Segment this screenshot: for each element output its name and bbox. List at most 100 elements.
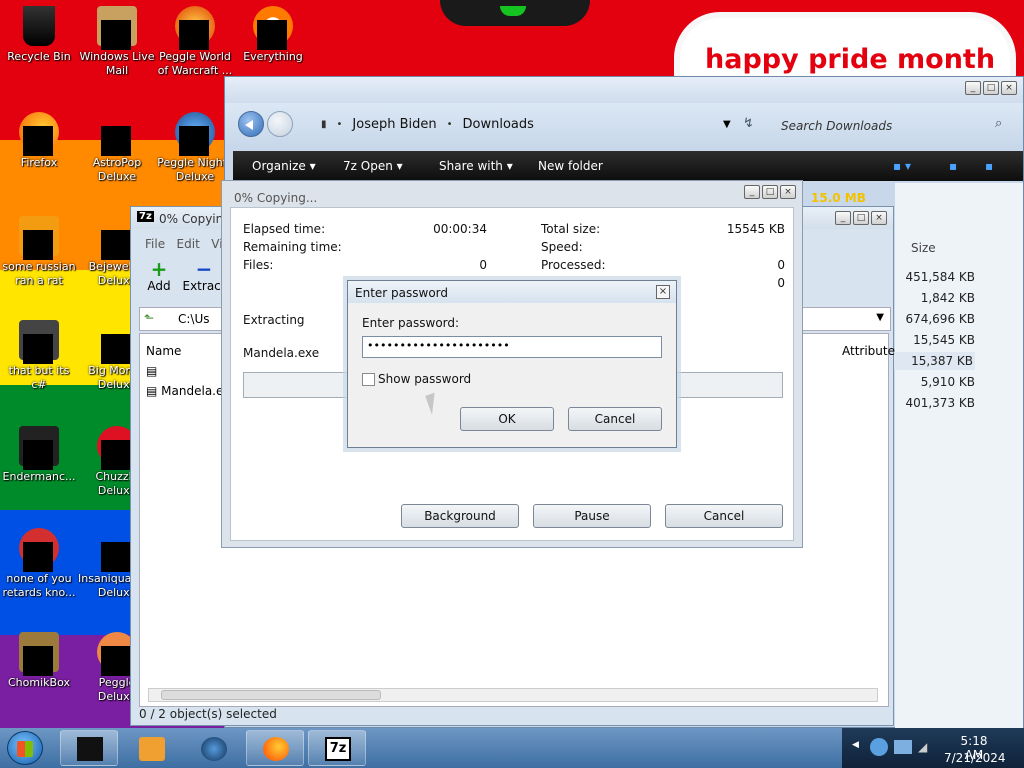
list-item[interactable]: ▤ xyxy=(146,364,157,378)
taskbar: 7z ◢ ◀ xyxy=(0,728,1024,768)
start-button[interactable] xyxy=(7,731,43,765)
explorer-address-bar: ▮ • Joseph Biden • Downloads ▼ ↯ Search … xyxy=(225,103,1023,149)
dialog-title: 0% Copying... xyxy=(234,191,318,205)
ok-button[interactable]: OK xyxy=(460,407,554,431)
recycle-bin-icon xyxy=(19,6,59,46)
breadcrumb-item[interactable]: Downloads xyxy=(463,117,534,132)
desktop-icon-windows-live-mail[interactable]: Windows Live Mail xyxy=(78,6,156,78)
desktop-icon-russian-rat[interactable]: some russian ran a rat xyxy=(0,216,78,288)
column-header-size[interactable]: Size xyxy=(911,241,936,255)
desktop-icon-csharp[interactable]: that but its c# xyxy=(0,320,78,392)
history-dropdown-icon[interactable]: ▼ xyxy=(723,119,731,130)
explorer-toolbar: Organize ▾ 7z Open ▾ Share with ▾ New fo… xyxy=(233,151,1023,181)
desktop-icon-firefox[interactable]: Firefox xyxy=(0,112,78,170)
password-dialog: Enter password × Enter password: •••••••… xyxy=(347,280,677,448)
up-folder-icon[interactable]: ⬑ xyxy=(144,311,154,325)
tray-expand-icon[interactable]: ◀ xyxy=(852,740,859,750)
status-bar: 0 / 2 object(s) selected xyxy=(139,707,277,721)
taskbar-button-explorer[interactable] xyxy=(60,730,118,766)
view-icon[interactable]: ▪ ▾ xyxy=(893,159,911,173)
back-button[interactable] xyxy=(238,111,264,137)
taskbar-button-globe[interactable] xyxy=(184,730,242,766)
add-button[interactable]: + Add xyxy=(141,259,177,293)
file-icon: ▤ xyxy=(146,364,158,378)
taskbar-button-media[interactable] xyxy=(122,730,180,766)
maximize-icon[interactable]: □ xyxy=(762,185,778,199)
horizontal-scrollbar[interactable] xyxy=(148,688,878,702)
password-dialog-titlebar[interactable]: Enter password × xyxy=(348,281,676,303)
files-value: 0 xyxy=(479,258,487,272)
maximize-icon[interactable]: □ xyxy=(853,211,869,225)
path-text: C:\Us xyxy=(178,312,210,326)
refresh-icon[interactable]: ↯ xyxy=(743,116,754,131)
sevenzip-app-icon: 7z xyxy=(137,211,154,222)
cancel-button[interactable]: Cancel xyxy=(665,504,783,528)
remaining-time-label: Remaining time: xyxy=(243,240,342,254)
close-icon[interactable]: × xyxy=(780,185,796,199)
tray-monitor-icon[interactable] xyxy=(894,740,912,754)
breadcrumb-item[interactable]: Joseph Biden xyxy=(352,117,436,132)
organize-menu[interactable]: Organize ▾ xyxy=(252,159,316,173)
background-button[interactable]: Background xyxy=(401,504,519,528)
globe-icon xyxy=(201,737,227,761)
open-button[interactable]: 7z Open ▾ xyxy=(343,159,403,173)
taskbar-button-firefox[interactable] xyxy=(246,730,304,766)
file-size: 5,910 KB xyxy=(920,375,975,389)
preview-pane-icon[interactable]: ▪ xyxy=(949,159,957,173)
show-password-checkbox[interactable] xyxy=(362,373,375,386)
tray-network-icon[interactable] xyxy=(870,738,888,756)
new-folder-button[interactable]: New folder xyxy=(538,159,603,173)
files-label: Files: xyxy=(243,258,274,272)
close-icon[interactable]: × xyxy=(871,211,887,225)
path-dropdown-icon[interactable]: ▼ xyxy=(876,312,884,323)
sevenzip-window-controls: _ □ × xyxy=(835,211,887,225)
search-icon[interactable]: ⌕ xyxy=(995,116,1002,131)
search-app-icon xyxy=(253,6,293,50)
maximize-icon[interactable]: □ xyxy=(983,81,999,95)
current-file-label: Mandela.exe xyxy=(243,346,320,360)
desktop-icon-everything[interactable]: Everything xyxy=(234,6,312,64)
column-header-name[interactable]: Name xyxy=(146,344,181,358)
help-icon[interactable]: ▪ xyxy=(985,159,993,173)
file-icon: ▤ xyxy=(146,384,158,398)
cancel-button[interactable]: Cancel xyxy=(568,407,662,431)
elapsed-time-label: Elapsed time: xyxy=(243,222,326,236)
desktop-icon-peggle-wow[interactable]: Peggle World of Warcraft ... xyxy=(156,6,234,78)
menu-edit[interactable]: Edit xyxy=(177,237,200,251)
firefox-icon xyxy=(263,737,289,761)
minimize-icon[interactable]: _ xyxy=(965,81,981,95)
desktop-icon-peggle-nights[interactable]: Peggle Nights Deluxe xyxy=(156,112,234,184)
explorer-titlebar[interactable]: _ □ × xyxy=(225,77,1023,103)
minimize-icon[interactable]: _ xyxy=(744,185,760,199)
search-input[interactable]: Search Downloads xyxy=(781,119,941,133)
scrollbar-thumb[interactable] xyxy=(161,690,381,700)
minimize-icon[interactable]: _ xyxy=(835,211,851,225)
shortcut-icon xyxy=(19,320,59,364)
pause-button[interactable]: Pause xyxy=(533,504,651,528)
share-with-menu[interactable]: Share with ▾ xyxy=(439,159,513,173)
firefox-icon xyxy=(19,112,59,156)
plus-icon: + xyxy=(150,257,168,281)
password-dialog-title: Enter password xyxy=(355,286,448,300)
sevenzip-icon: 7z xyxy=(325,737,351,761)
password-label: Enter password: xyxy=(362,316,460,330)
desktop-icon-recycle-bin[interactable]: Recycle Bin xyxy=(0,6,78,64)
close-icon[interactable]: × xyxy=(656,285,670,299)
operation-label: Extracting xyxy=(243,313,305,327)
close-icon[interactable]: × xyxy=(1001,81,1017,95)
column-header-attributes[interactable]: Attribute xyxy=(842,344,895,358)
password-field[interactable]: •••••••••••••••••••••• xyxy=(362,336,662,358)
pride-banner-text: happy pride month xyxy=(705,44,996,75)
desktop-icon-endermanch[interactable]: Endermanc... xyxy=(0,426,78,484)
desktop-icon-astropop[interactable]: AstroPop Deluxe xyxy=(78,112,156,184)
explorer-window-controls: _ □ × xyxy=(965,81,1017,95)
taskbar-button-7zip[interactable]: 7z xyxy=(308,730,366,766)
desktop-icon-none-of-you[interactable]: none of you retards kno... xyxy=(0,528,78,600)
desktop-icon-chomikbox[interactable]: ChomikBox xyxy=(0,632,78,690)
forward-button[interactable] xyxy=(267,111,293,137)
show-password-label[interactable]: Show password xyxy=(378,372,471,386)
menu-file[interactable]: File xyxy=(145,237,165,251)
tray-volume-icon[interactable]: ◢ xyxy=(918,740,927,754)
clock-date[interactable]: 7/21/2024 xyxy=(944,751,1006,765)
file-size: 451,584 KB xyxy=(905,270,975,284)
